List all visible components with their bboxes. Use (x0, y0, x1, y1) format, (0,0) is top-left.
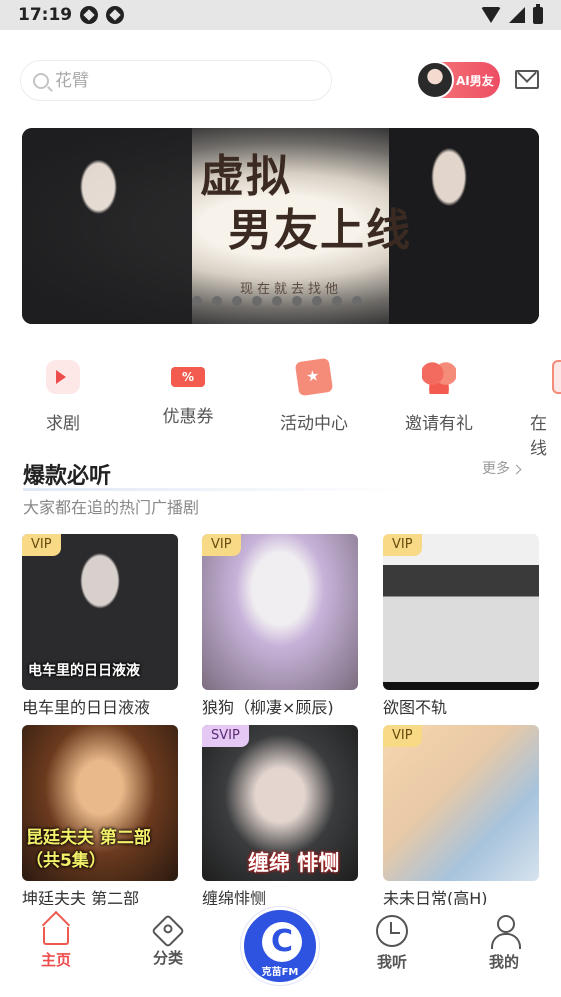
ai-button-label: AI男友 (456, 73, 494, 88)
more-label: 更多 (482, 461, 510, 477)
ai-avatar (416, 61, 454, 99)
quick-item-request[interactable]: 求剧 (18, 356, 108, 434)
drama-card[interactable]: VIP 未未日常(高H) (383, 725, 539, 909)
banner-title: 虚拟 男友上线 (200, 150, 412, 258)
svip-badge: SVIP (202, 725, 249, 747)
section-title: 爆款必听 (23, 464, 112, 489)
drama-cover: SVIP 缠绵 悱恻 (202, 725, 358, 881)
promo-banner[interactable]: 虚拟 男友上线 现在就去找他 (22, 128, 539, 324)
drama-cover: VIP (383, 725, 539, 881)
play-bubble-icon (46, 360, 80, 394)
vip-badge: VIP (22, 534, 61, 556)
status-bar: 17:19 (0, 0, 561, 30)
banner-title-line2: 男友上线 (228, 205, 412, 256)
nav-home[interactable]: 主页 (21, 915, 91, 970)
quick-item-activity[interactable]: 活动中心 (269, 356, 359, 434)
drama-card[interactable]: SVIP 缠绵 悱恻 缠绵悱恻 (202, 725, 358, 909)
banner-dot[interactable] (292, 296, 302, 306)
nav-label: 我听 (376, 953, 407, 971)
quick-item-invite[interactable]: 邀请有礼 (394, 356, 484, 434)
status-right (481, 3, 543, 24)
quick-item-online[interactable]: 在线 (520, 356, 561, 459)
nav-mine[interactable]: 我的 (469, 915, 539, 972)
banner-dot[interactable] (212, 296, 222, 306)
nav-label: 我的 (488, 953, 519, 971)
drama-card[interactable]: VIP 电车里的日日液液 电车里的日日液液 (22, 534, 178, 718)
nav-label: 分类 (152, 949, 183, 967)
quick-item-label: 求剧 (46, 414, 80, 434)
quick-item-label: 活动中心 (280, 414, 348, 434)
drama-title: 电车里的日日液液 (22, 698, 151, 717)
drama-cover: VIP 电车里的日日液液 (22, 534, 178, 690)
star-ticket-icon (294, 357, 334, 397)
nav-listen[interactable]: 我听 (357, 915, 427, 972)
search-icon (33, 72, 49, 89)
banner-dot[interactable] (332, 296, 342, 306)
app-logo-icon: C (262, 922, 302, 962)
drama-card[interactable]: 昆廷夫夫 第二部（共5集） 坤廷夫夫 第二部 (22, 725, 178, 909)
tag-icon (151, 914, 185, 948)
drama-cover: 昆廷夫夫 第二部（共5集） (22, 725, 178, 881)
ai-boyfriend-button[interactable]: AI男友 (416, 61, 500, 99)
banner-subtitle: 现在就去找他 (240, 282, 343, 297)
banner-dot[interactable] (312, 296, 322, 306)
drama-cover: VIP (383, 534, 539, 690)
home-icon (43, 927, 69, 945)
online-icon (552, 360, 561, 394)
drama-title: 欲图不轨 (383, 698, 448, 717)
cover-caption: 缠绵 悱恻 (248, 851, 340, 875)
banner-figure-left (22, 128, 192, 324)
drama-card[interactable]: VIP 欲图不轨 (383, 534, 539, 718)
more-link[interactable]: 更多 (482, 458, 522, 478)
banner-dot[interactable] (192, 296, 202, 306)
banner-title-line1: 虚拟 (200, 151, 292, 202)
battery-icon (533, 3, 543, 24)
mail-icon[interactable] (515, 70, 539, 89)
drama-card[interactable]: VIP 狼狗（柳凄×顾辰) (202, 534, 358, 718)
search-box[interactable] (20, 60, 332, 101)
drama-cover: VIP (202, 534, 358, 690)
banner-dot[interactable] (272, 296, 282, 306)
people-icon (422, 360, 456, 394)
notification-icon (80, 6, 99, 24)
nav-category[interactable]: 分类 (133, 914, 203, 968)
chevron-right-icon (511, 464, 522, 475)
drama-title: 狼狗（柳凄×顾辰) (202, 698, 334, 717)
center-button-label: 克苗FM (261, 967, 299, 978)
banner-pagination[interactable] (192, 296, 362, 306)
wifi-icon (481, 7, 501, 23)
quick-item-coupon[interactable]: % 优惠券 (143, 356, 233, 427)
quick-item-label: 邀请有礼 (405, 414, 473, 434)
status-time: 17:19 (18, 5, 73, 25)
top-header: AI男友 (20, 60, 541, 102)
nav-label: 主页 (40, 951, 71, 969)
banner-dot[interactable] (352, 296, 362, 306)
search-input[interactable] (55, 70, 295, 91)
quick-item-label: 在线 (530, 414, 547, 459)
center-fm-button[interactable]: C 克苗FM (241, 907, 319, 985)
notification-icon-2 (106, 6, 125, 24)
vip-badge: VIP (383, 725, 422, 747)
section-subtitle: 大家都在追的热门广播剧 (23, 498, 200, 517)
vip-badge: VIP (202, 534, 241, 556)
banner-dot[interactable] (252, 296, 262, 306)
user-icon (488, 915, 521, 949)
quick-item-label: 优惠券 (162, 407, 214, 427)
cover-caption: 昆廷夫夫 第二部（共5集） (26, 828, 151, 871)
vip-badge: VIP (383, 534, 422, 556)
clock-icon (376, 915, 408, 947)
quick-menu: 求剧 % 优惠券 活动中心 邀请有礼 在线 (0, 356, 561, 459)
signal-icon (509, 7, 525, 23)
cover-caption: 电车里的日日液液 (28, 663, 140, 679)
coupon-icon: % (171, 367, 205, 387)
banner-dot[interactable] (232, 296, 242, 306)
